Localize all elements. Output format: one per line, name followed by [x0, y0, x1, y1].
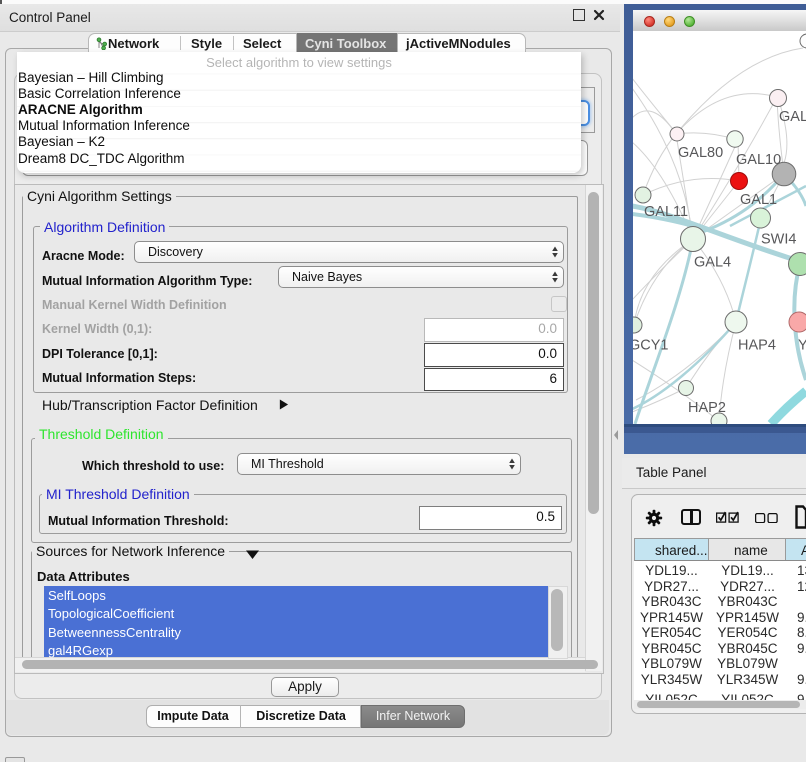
svg-text:GAL1: GAL1	[740, 192, 777, 208]
svg-text:SWI4: SWI4	[761, 232, 796, 248]
svg-text:HAP4: HAP4	[738, 338, 776, 354]
svg-text:GAL11: GAL11	[644, 204, 688, 220]
svg-text:GCY1: GCY1	[633, 338, 669, 354]
svg-text:GAL80: GAL80	[678, 145, 723, 161]
svg-text:GAL10: GAL10	[736, 152, 781, 168]
svg-text:HAP2: HAP2	[688, 400, 726, 416]
svg-text:GAL4: GAL4	[694, 255, 731, 271]
svg-text:Y: Y	[798, 338, 806, 354]
svg-text:GAL2: GAL2	[779, 109, 806, 125]
